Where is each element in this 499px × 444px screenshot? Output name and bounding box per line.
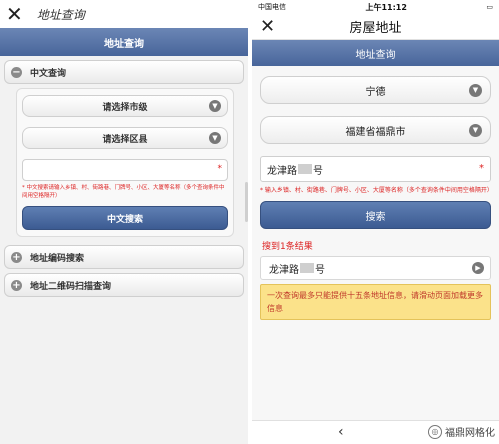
carrier-text: 中国电信 [258,3,286,11]
load-more-notice: 一次查询最多只能提供十五条地址信息，请滑动页面加载更多信息 [260,284,491,320]
section-code-search[interactable]: + 地址编码搜索 [4,245,244,269]
chinese-query-form: 请选择市级 ▼ 请选择区县 ▼ * * 中文搜索请输入乡镇、村、街路巷、门牌号、… [16,88,234,237]
required-mark: * [479,163,484,174]
address-input-value-part1: 龙津路 [267,165,297,177]
section-label: 地址编码搜索 [30,253,85,264]
back-icon[interactable]: ‹ [338,424,344,440]
chevron-down-icon: ▼ [469,124,482,137]
left-screenshot: ✕ 地址查询 地址查询 − 中文查询 请选择市级 ▼ 请选择区县 ▼ * * 中… [0,0,248,444]
redacted-block [300,263,314,273]
redacted-block [298,164,312,174]
address-input[interactable]: * [22,159,228,181]
result-text-part2: 号 [315,264,325,276]
chevron-down-icon: ▼ [469,84,482,97]
district-select[interactable]: 福建省福鼎市 ▼ [260,116,491,144]
right-screenshot: 中国电信 上午11:12 ▭ ✕ 房屋地址 地址查询 宁德 ▼ 福建省福鼎市 ▼… [252,0,499,444]
close-icon[interactable]: ✕ [260,18,275,36]
battery-icon: ▭ [486,3,493,11]
district-select-value: 福建省福鼎市 [345,126,406,138]
result-item[interactable]: 龙津路 号 ▶ [260,256,491,280]
address-input-value-part2: 号 [313,165,323,177]
chevron-down-icon: ▼ [209,100,221,112]
city-select-label: 请选择市级 [102,102,148,113]
page-header: 地址查询 [0,28,248,56]
chevron-right-icon: ▶ [472,262,484,274]
search-button[interactable]: 搜索 [260,201,491,229]
section-qr-search[interactable]: + 地址二维码扫描查询 [4,273,244,297]
city-select[interactable]: 请选择市级 ▼ [22,95,228,117]
main-content: − 中文查询 请选择市级 ▼ 请选择区县 ▼ * * 中文搜索请输入乡镇、村、街… [0,56,248,297]
chinese-search-button[interactable]: 中文搜索 [22,206,228,230]
section-label: 中文查询 [30,68,67,79]
address-input[interactable]: 龙津路 号 * [260,156,491,182]
city-select[interactable]: 宁德 ▼ [260,76,491,104]
result-count: 搜到1条结果 [262,242,313,252]
plus-icon: + [11,251,22,263]
chevron-down-icon: ▼ [209,132,221,144]
section-chinese-query[interactable]: − 中文查询 [4,60,244,84]
nav-bar: ✕ 房屋地址 [252,14,499,40]
district-select-label: 请选择区县 [102,134,148,145]
watermark-logo-icon: ◎ [428,424,442,439]
district-select[interactable]: 请选择区县 ▼ [22,127,228,149]
close-icon[interactable]: ✕ [6,4,23,24]
time-text: 上午11:12 [365,2,407,12]
status-bar: 中国电信 上午11:12 ▭ [252,0,499,14]
city-select-value: 宁德 [365,86,386,98]
input-hint: * 输入乡镇、村、街路巷、门牌号、小区、大厦等名称（多个查询条件中间用空格隔开） [260,187,493,194]
watermark-text: 福鼎网格化 [445,428,495,439]
result-text-part1: 龙津路 [269,264,299,276]
plus-icon: + [11,279,22,291]
bottom-toolbar: ‹ ◎ 福鼎网格化 [252,420,499,444]
minus-icon: − [11,66,22,78]
app-title: 地址查询 [36,7,85,22]
watermark: ◎ 福鼎网格化 [428,424,495,439]
page-title: 房屋地址 [349,21,402,36]
section-label: 地址二维码扫描查询 [30,281,112,292]
top-bar: ✕ 地址查询 [0,0,248,28]
main-content: 宁德 ▼ 福建省福鼎市 ▼ 龙津路号 * * 输入乡镇、村、街路巷、门牌号、小区… [252,66,499,320]
input-hint: * 中文搜索请输入乡镇、村、街路巷、门牌号、小区、大厦等名称（多个查询条件中间用… [22,185,225,199]
required-mark: * [217,164,223,174]
page-header: 地址查询 [252,40,499,66]
